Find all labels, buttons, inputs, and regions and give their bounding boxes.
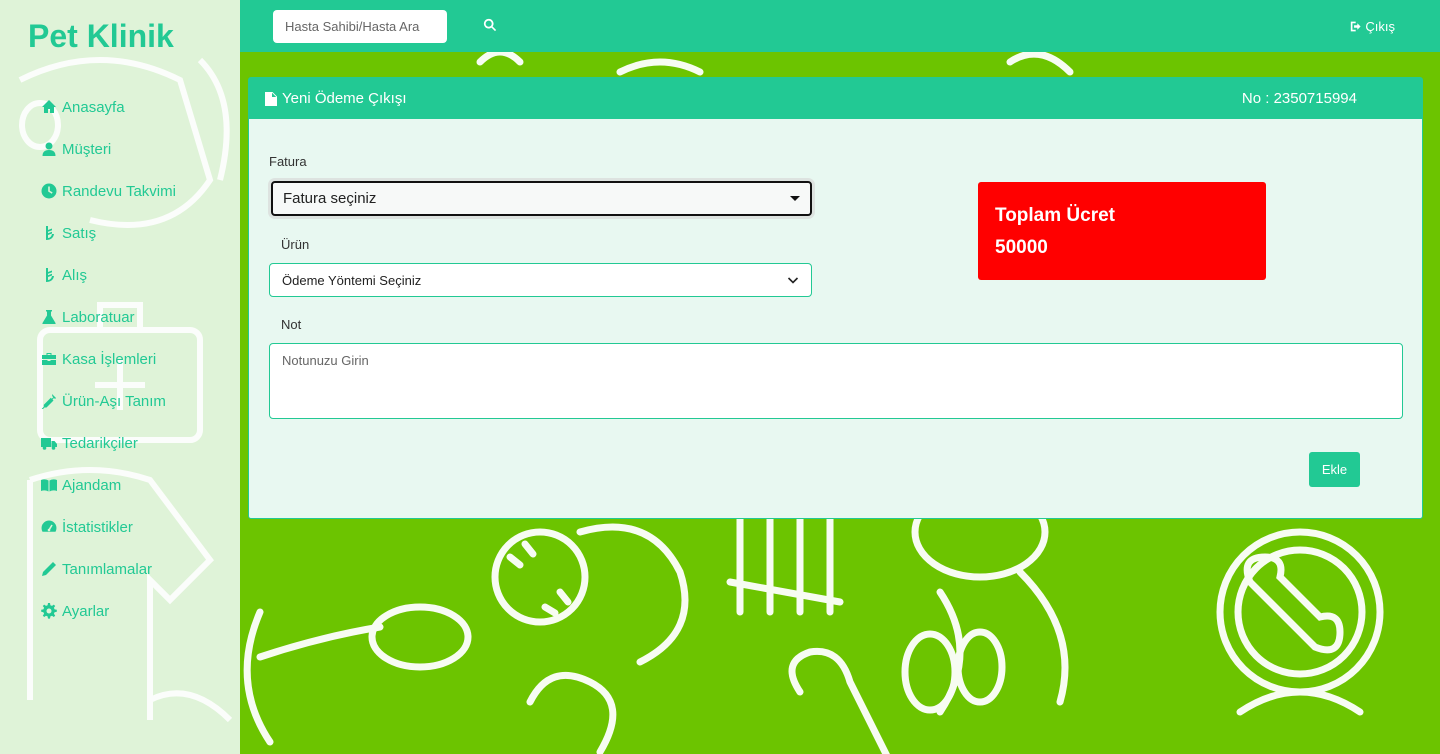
briefcase-icon xyxy=(40,350,58,368)
sidebar-item-label: Anasayfa xyxy=(62,98,125,116)
sidebar-item-alis[interactable]: Alış xyxy=(40,254,176,296)
book-icon xyxy=(40,476,58,494)
brand-logo[interactable]: Pet Klinik xyxy=(28,18,174,55)
logout-icon xyxy=(1351,21,1361,32)
chevron-down-icon xyxy=(787,277,799,284)
gear-icon xyxy=(40,602,58,620)
total-price-box: Toplam Ücret 50000 xyxy=(978,182,1266,280)
sidebar-item-label: Tanımlamalar xyxy=(62,560,153,578)
sidebar-item-ajandam[interactable]: Ajandam xyxy=(40,464,176,506)
sidebar-item-anasayfa[interactable]: Anasayfa xyxy=(40,86,176,128)
sidebar-item-laboratuar[interactable]: Laboratuar xyxy=(40,296,176,338)
fatura-label: Fatura xyxy=(269,154,307,169)
total-price-label: Toplam Ücret xyxy=(995,205,1116,226)
home-icon xyxy=(40,98,58,116)
lira-icon xyxy=(40,224,58,242)
sidebar-item-label: Laboratuar xyxy=(62,308,135,326)
sidebar-menu: Anasayfa Müşteri Randevu Takvimi Satış A… xyxy=(40,86,176,632)
truck-icon xyxy=(40,434,58,452)
sidebar-item-label: Randevu Takvimi xyxy=(62,182,176,200)
sidebar-item-istatistikler[interactable]: İstatistikler xyxy=(40,506,176,548)
not-label: Not xyxy=(281,317,302,332)
payment-number: No : 2350715994 xyxy=(1241,90,1357,107)
fatura-select-value: Fatura seçiniz xyxy=(283,190,377,207)
caret-down-icon xyxy=(790,196,800,201)
sidebar-item-label: Tedarikçiler xyxy=(62,434,138,452)
search-icon[interactable] xyxy=(483,18,499,34)
sidebar-item-musteri[interactable]: Müşteri xyxy=(40,128,176,170)
sidebar-item-ayarlar[interactable]: Ayarlar xyxy=(40,590,176,632)
sidebar-item-label: Müşteri xyxy=(62,140,112,158)
payment-card: Yeni Ödeme Çıkışı No : 2350715994 Fatura… xyxy=(248,77,1423,519)
urun-select[interactable]: Ödeme Yöntemi Seçiniz xyxy=(269,263,812,297)
logout-button[interactable]: Çıkış xyxy=(1350,19,1395,34)
sidebar-item-label: Alış xyxy=(62,266,88,284)
sidebar-item-label: Ayarlar xyxy=(62,602,110,620)
sidebar-item-randevu-takvimi[interactable]: Randevu Takvimi xyxy=(40,170,176,212)
sidebar-item-satis[interactable]: Satış xyxy=(40,212,176,254)
urun-select-value: Ödeme Yöntemi Seçiniz xyxy=(282,272,422,288)
sidebar-item-label: Ürün-Aşı Tanım xyxy=(62,392,166,410)
sidebar-item-label: İstatistikler xyxy=(62,518,133,536)
sidebar-item-tedarikciler[interactable]: Tedarikçiler xyxy=(40,422,176,464)
sidebar-item-label: Kasa İşlemleri xyxy=(62,350,157,368)
total-price-value: 50000 xyxy=(995,237,1048,258)
gauge-icon xyxy=(40,518,58,536)
sidebar-item-label: Satış xyxy=(62,224,97,242)
logout-label: Çıkış xyxy=(1365,19,1395,34)
sidebar-item-label: Ajandam xyxy=(62,476,122,494)
sidebar-item-kasa-islemleri[interactable]: Kasa İşlemleri xyxy=(40,338,176,380)
card-header: Yeni Ödeme Çıkışı No : 2350715994 xyxy=(249,78,1422,119)
top-bar: Çıkış xyxy=(240,0,1440,52)
search-input[interactable] xyxy=(273,10,447,43)
sidebar: Pet Klinik Anasayfa Müşteri Randevu Takv… xyxy=(0,0,240,754)
card-title: Yeni Ödeme Çıkışı xyxy=(282,90,407,107)
pencil-icon xyxy=(40,560,58,578)
urun-label: Ürün xyxy=(281,237,310,252)
note-textarea[interactable] xyxy=(269,343,1403,419)
user-icon xyxy=(40,140,58,158)
document-icon xyxy=(265,91,277,106)
lira-icon xyxy=(40,266,58,284)
clock-icon xyxy=(40,182,58,200)
fatura-select[interactable]: Fatura seçiniz xyxy=(271,181,812,216)
sidebar-item-urun-asi-tanim[interactable]: Ürün-Aşı Tanım xyxy=(40,380,176,422)
add-button[interactable]: Ekle xyxy=(1309,452,1360,487)
flask-icon xyxy=(40,308,58,326)
sidebar-item-tanimlamalar[interactable]: Tanımlamalar xyxy=(40,548,176,590)
syringe-icon xyxy=(40,392,58,410)
